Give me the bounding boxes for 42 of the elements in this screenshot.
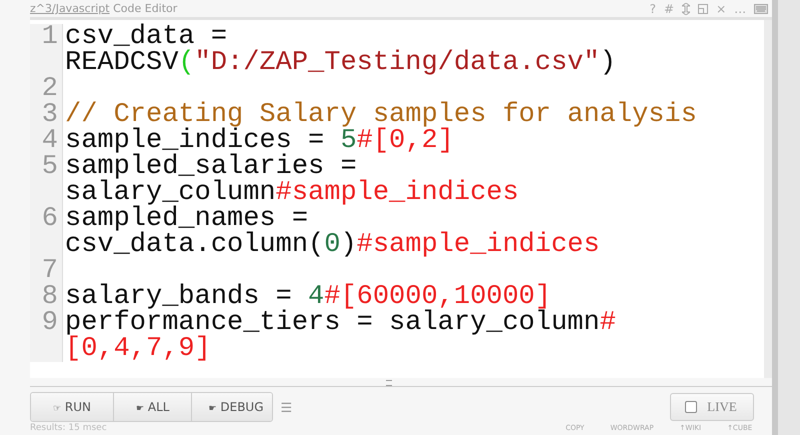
code-token: [0,4,7,9] (65, 334, 211, 364)
close-button[interactable]: × (716, 2, 726, 14)
line-number: 3 (30, 102, 63, 128)
scrollbar[interactable] (764, 20, 772, 378)
help-button[interactable]: ? (650, 2, 656, 14)
code-editor[interactable] (30, 17, 772, 378)
more-button[interactable]: … (734, 2, 746, 14)
menu-button[interactable]: ☰ (280, 400, 293, 414)
hash-button[interactable]: # (664, 2, 674, 14)
toolbar-button[interactable]: ☞ RUN (31, 393, 114, 421)
code-token: "D:/ZAP_Testing/data.csv" (194, 48, 600, 78)
keyboard-icon[interactable] (754, 4, 768, 14)
resize-icon[interactable] (682, 2, 690, 14)
code-token: #sample_indices (356, 230, 600, 260)
code-token: ) (340, 230, 357, 260)
code-token: #[0,2] (356, 126, 454, 156)
results-text: Results: 15 msec (30, 423, 107, 433)
toolbar-button[interactable]: ☛ ALL (114, 393, 192, 421)
line-number: 7 (30, 258, 63, 284)
window-title: Code Editor (113, 2, 178, 15)
editor-link[interactable]: z^3/Javascript (30, 2, 110, 15)
code-token: csv_data.column( (65, 230, 324, 260)
code-token: 5 (340, 126, 357, 156)
line-number: 9 (30, 310, 63, 362)
resize-grip[interactable] (386, 380, 392, 386)
code-token: READCSV (65, 48, 178, 78)
live-toggle[interactable]: LIVE (670, 393, 754, 421)
line-number: 6 (30, 206, 63, 258)
line-number: 8 (30, 284, 63, 310)
code-token: # (600, 308, 616, 338)
code-token: 0 (324, 230, 340, 260)
line-number: 4 (30, 128, 63, 154)
code-token: ( (178, 48, 195, 78)
toolbar-button[interactable]: ☛ DEBUG (192, 393, 272, 421)
code-token: ) (600, 48, 616, 78)
line-number: 5 (30, 154, 63, 206)
checkbox[interactable] (685, 401, 698, 413)
line-number: 2 (30, 76, 63, 102)
code-token: #sample_indices (276, 178, 519, 208)
code-token: 4 (308, 282, 324, 312)
line-number: 1 (30, 24, 63, 76)
window-icon[interactable] (698, 4, 708, 14)
